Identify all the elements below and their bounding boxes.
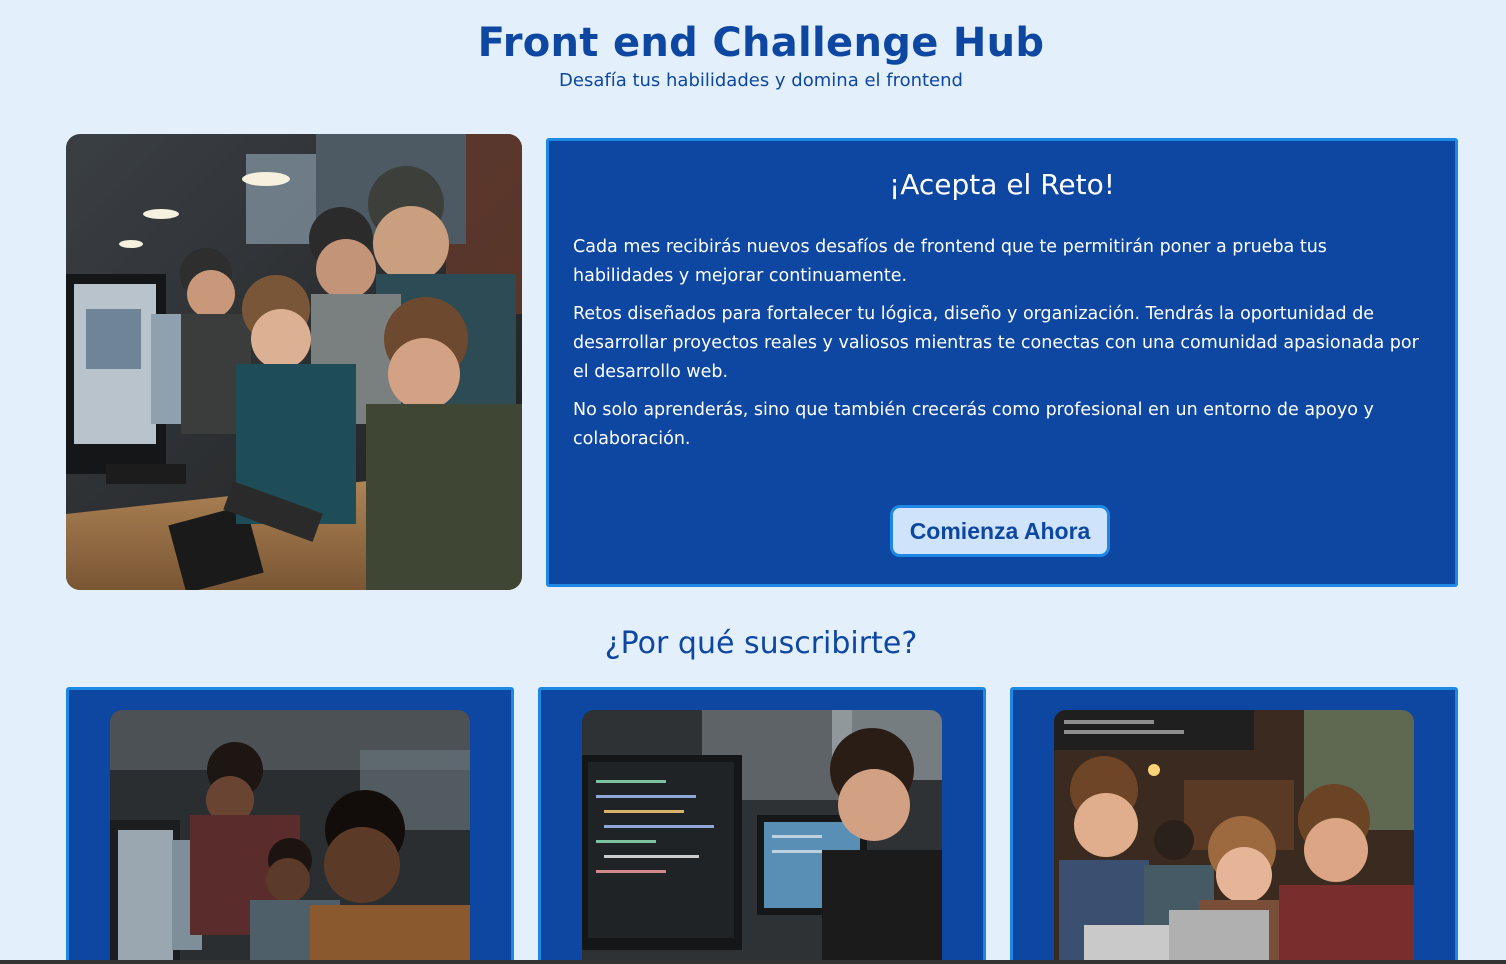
benefit-card bbox=[1010, 687, 1458, 964]
developers-team-photo bbox=[110, 710, 470, 964]
challenge-paragraph: No solo aprenderás, sino que también cre… bbox=[573, 400, 1374, 449]
why-subscribe-heading: ¿Por qué suscribirte? bbox=[604, 626, 918, 661]
page-bottom-rule bbox=[0, 960, 1506, 964]
challenge-paragraph: Retos diseñados para fortalecer tu lógic… bbox=[573, 304, 1419, 382]
hero-photo bbox=[66, 134, 522, 590]
landing-page: Front end Challenge Hub Desafía tus habi… bbox=[0, 0, 1506, 964]
benefit-card bbox=[538, 687, 986, 964]
site-title: Front end Challenge Hub bbox=[477, 20, 1045, 66]
site-subtitle: Desafía tus habilidades y domina el fron… bbox=[559, 70, 963, 91]
challenge-heading: ¡Acepta el Reto! bbox=[889, 168, 1115, 201]
developer-coding-photo bbox=[582, 710, 942, 964]
benefit-card bbox=[66, 687, 514, 964]
challenge-card: ¡Acepta el Reto! Cada mes recibirás nuev… bbox=[546, 138, 1458, 587]
community-cafe-photo bbox=[1054, 710, 1414, 964]
start-now-button[interactable]: Comienza Ahora bbox=[890, 505, 1110, 557]
challenge-description: Cada mes recibirás nuevos desafíos de fr… bbox=[573, 233, 1431, 463]
challenge-paragraph: Cada mes recibirás nuevos desafíos de fr… bbox=[573, 237, 1327, 286]
